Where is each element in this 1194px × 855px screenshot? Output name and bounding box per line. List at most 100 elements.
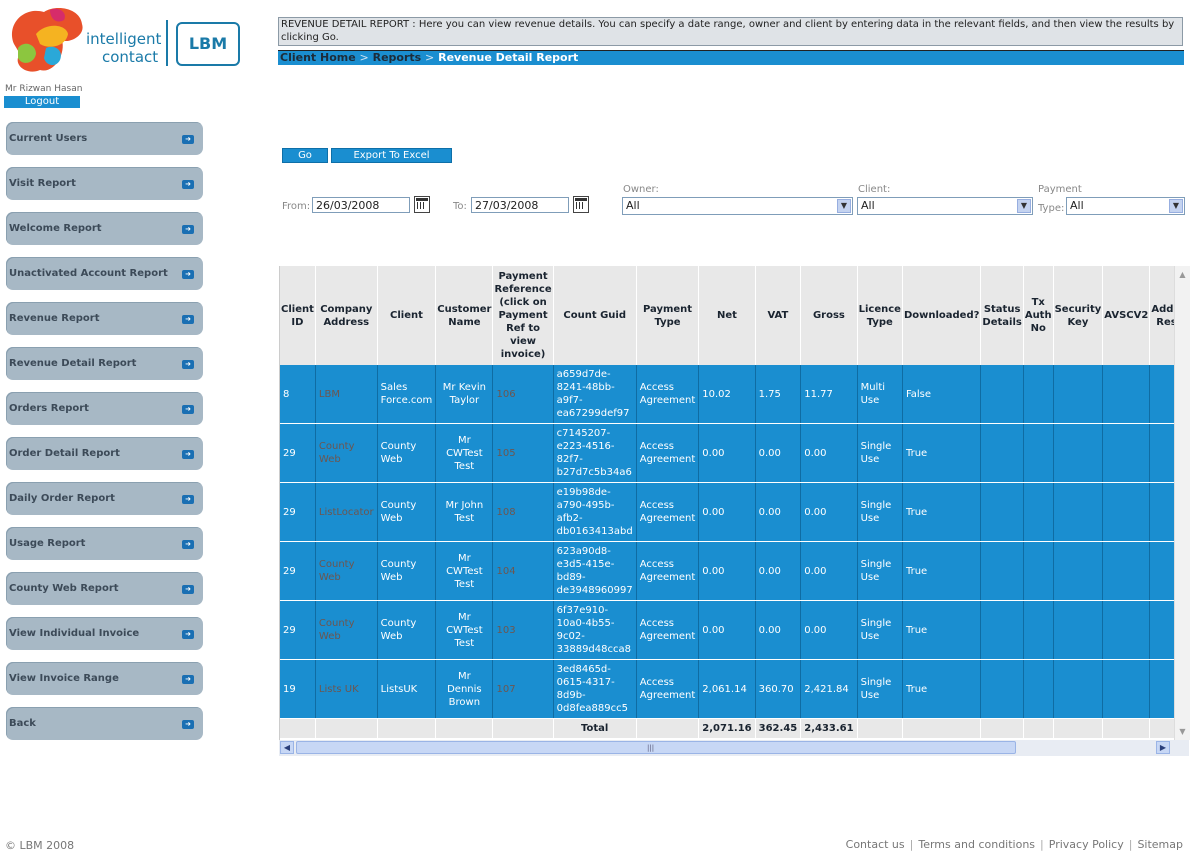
scroll-down-icon[interactable]: ▼ — [1176, 725, 1189, 738]
table-horizontal-scrollbar[interactable]: ◀ ||| ▶ — [279, 740, 1189, 756]
column-header: Security Key — [1053, 266, 1104, 365]
scroll-up-icon[interactable]: ▲ — [1176, 268, 1189, 281]
cell-net: 0.00 — [698, 541, 756, 601]
sidebar-item-back[interactable]: Back ➜ — [6, 707, 203, 740]
cell-net: 0.00 — [698, 600, 756, 660]
sidebar-item-label: Order Detail Report — [9, 448, 120, 459]
sidebar-item-welcome-report[interactable]: Welcome Report ➜ — [6, 212, 203, 245]
sidebar-item-label: View Invoice Range — [9, 673, 119, 684]
cell-empty — [1053, 600, 1104, 660]
column-header: Payment Reference (click on Payment Ref … — [492, 266, 554, 365]
cell-company: County Web — [315, 423, 378, 483]
breadcrumb-reports[interactable]: Reports — [373, 51, 422, 64]
total-cell — [315, 718, 378, 738]
client-label: Client: — [858, 184, 891, 195]
table-vertical-scrollbar[interactable]: ▲ ▼ — [1174, 266, 1190, 740]
client-select[interactable]: All ▼ — [857, 197, 1033, 215]
scrollbar-thumb[interactable]: ||| — [296, 741, 1016, 754]
cell-empty — [1102, 482, 1151, 542]
cell-downloaded: False — [902, 365, 982, 424]
payment-ref-link[interactable]: 108 — [492, 482, 554, 542]
scroll-right-icon[interactable]: ▶ — [1156, 741, 1170, 754]
column-header: Downloaded? — [902, 266, 982, 365]
chevron-down-icon[interactable]: ▼ — [1169, 199, 1183, 213]
sidebar-item-label: View Individual Invoice — [9, 628, 140, 639]
sidebar-item-view-invoice-range[interactable]: View Invoice Range ➜ — [6, 662, 203, 695]
sidebar-item-visit-report[interactable]: Visit Report ➜ — [6, 167, 203, 200]
total-cell — [1102, 718, 1151, 738]
cell-empty — [1023, 365, 1054, 424]
total-cell — [902, 718, 982, 738]
brand-logo: intelligent contact LBM — [6, 4, 240, 82]
cell-net: 0.00 — [698, 482, 756, 542]
to-date-input[interactable]: 27/03/2008 — [471, 197, 569, 213]
payment-type-select[interactable]: All ▼ — [1066, 197, 1185, 215]
cell-empty — [980, 541, 1024, 601]
sidebar-item-orders-report[interactable]: Orders Report ➜ — [6, 392, 203, 425]
total-cell — [280, 718, 316, 738]
chevron-down-icon[interactable]: ▼ — [1017, 199, 1031, 213]
footer-separator: | — [909, 838, 914, 851]
cell-net: 2,061.14 — [698, 659, 756, 719]
payment-ref-link[interactable]: 106 — [492, 365, 554, 424]
payment-ref-link[interactable]: 107 — [492, 659, 554, 719]
from-date-input[interactable]: 26/03/2008 — [312, 197, 410, 213]
cell-empty — [1023, 482, 1054, 542]
to-calendar-icon[interactable] — [573, 196, 589, 213]
footer-link-privacy-policy[interactable]: Privacy Policy — [1049, 838, 1124, 851]
cell-licence: Single Use — [857, 423, 903, 483]
sidebar-item-usage-report[interactable]: Usage Report ➜ — [6, 527, 203, 560]
breadcrumb-client-home[interactable]: Client Home — [280, 51, 356, 64]
cell-client-id: 29 — [280, 423, 316, 483]
export-excel-button[interactable]: Export To Excel — [331, 148, 452, 163]
cell-downloaded: True — [902, 482, 982, 542]
payment-ref-link[interactable]: 105 — [492, 423, 554, 483]
footer-link-contact-us[interactable]: Contact us — [846, 838, 905, 851]
table-row: 8 LBM Sales Force.com Mr Kevin Taylor 106 a65… — [280, 365, 1190, 424]
arrow-right-icon: ➜ — [182, 540, 194, 549]
total-gross: 2,433.61 — [800, 718, 858, 738]
cell-empty — [1053, 659, 1104, 719]
cell-gross: 0.00 — [800, 600, 858, 660]
payment-ref-link[interactable]: 103 — [492, 600, 554, 660]
total-cell — [636, 718, 700, 738]
go-button[interactable]: Go — [282, 148, 328, 163]
sidebar-item-order-detail-report[interactable]: Order Detail Report ➜ — [6, 437, 203, 470]
footer-separator: | — [1040, 838, 1044, 851]
cell-gross: 2,421.84 — [800, 659, 858, 719]
sidebar-item-revenue-detail-report[interactable]: Revenue Detail Report ➜ — [6, 347, 203, 380]
sidebar-item-daily-order-report[interactable]: Daily Order Report ➜ — [6, 482, 203, 515]
logo-text-line2: contact — [102, 48, 159, 66]
sidebar-item-unactivated-account-report[interactable]: Unactivated Account Report ➜ — [6, 257, 203, 290]
footer-link-sitemap[interactable]: Sitemap — [1137, 838, 1183, 851]
sidebar-item-county-web-report[interactable]: County Web Report ➜ — [6, 572, 203, 605]
to-label: To: — [453, 201, 467, 212]
arrow-right-icon: ➜ — [182, 495, 194, 504]
arrow-right-icon: ➜ — [182, 225, 194, 234]
chevron-down-icon[interactable]: ▼ — [837, 199, 851, 213]
owner-select[interactable]: All ▼ — [622, 197, 853, 215]
cell-client: Sales Force.com — [377, 365, 437, 424]
column-header: Licence Type — [857, 266, 903, 365]
cell-customer: Mr John Test — [435, 482, 494, 542]
copyright: © LBM 2008 — [5, 839, 75, 852]
sidebar-item-current-users[interactable]: Current Users ➜ — [6, 122, 203, 155]
cell-licence: Single Use — [857, 659, 903, 719]
cell-paytype: Access Agreement — [636, 659, 700, 719]
cell-empty — [980, 659, 1024, 719]
column-header: Status Details — [980, 266, 1024, 365]
logo-divider — [166, 20, 168, 66]
total-cell — [1023, 718, 1054, 738]
payment-ref-link[interactable]: 104 — [492, 541, 554, 601]
total-cell — [377, 718, 437, 738]
breadcrumb-current: Revenue Detail Report — [438, 51, 579, 64]
footer-link-terms-and-conditions[interactable]: Terms and conditions — [918, 838, 1035, 851]
column-header: Gross — [800, 266, 858, 365]
logout-button[interactable]: Logout — [4, 96, 80, 108]
sidebar-item-revenue-report[interactable]: Revenue Report ➜ — [6, 302, 203, 335]
sidebar-item-view-individual-invoice[interactable]: View Individual Invoice ➜ — [6, 617, 203, 650]
scroll-left-icon[interactable]: ◀ — [280, 741, 294, 754]
from-calendar-icon[interactable] — [414, 196, 430, 213]
column-header: AVSCV2 — [1102, 266, 1151, 365]
cell-company: County Web — [315, 600, 378, 660]
